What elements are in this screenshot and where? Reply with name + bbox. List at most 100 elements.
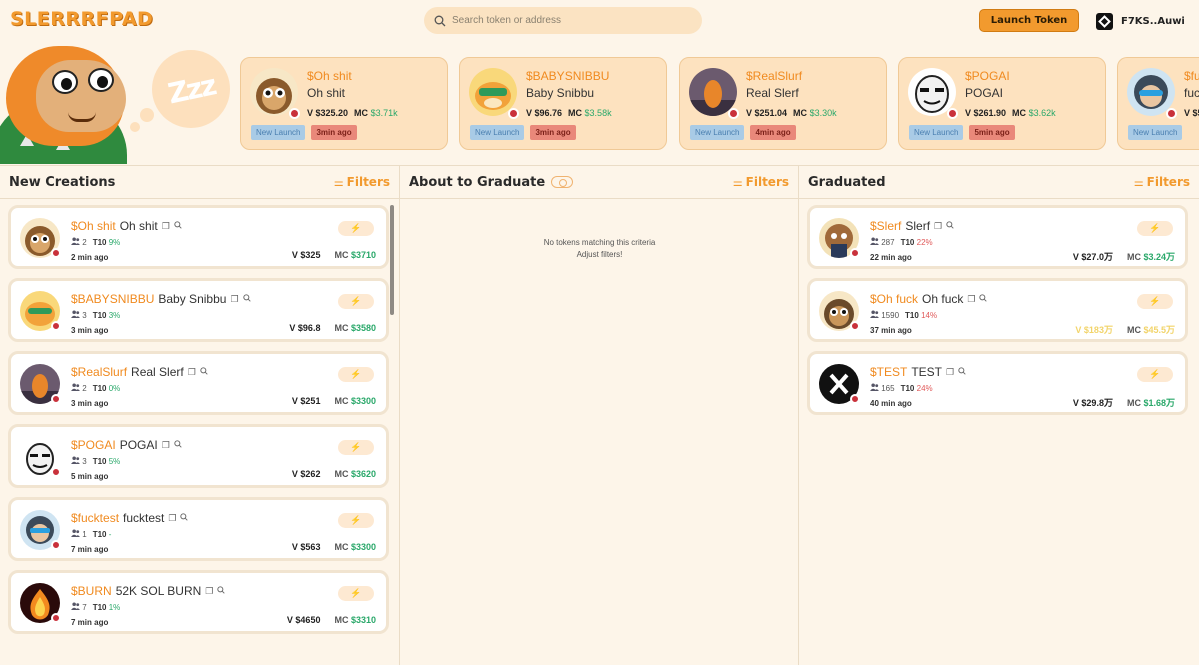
time-tag: 3min ago: [530, 125, 576, 140]
scrollbar[interactable]: [390, 205, 394, 315]
zzz-bubble: Zzz: [152, 50, 230, 128]
info-icon[interactable]: [551, 176, 574, 188]
holders-count: 287: [870, 237, 895, 247]
chain-badge-icon: [51, 467, 61, 477]
created-time: 22 min ago: [870, 253, 912, 262]
token-row[interactable]: $BABYSNIBBU Baby Snibbu ❐ 3 T10 3% 3 min…: [8, 278, 389, 342]
top10-holding: T10 0%: [92, 383, 121, 393]
token-name: Oh fuck: [922, 292, 964, 306]
logo[interactable]: SLERRRFPAD: [10, 8, 153, 30]
copy-icon[interactable]: ❐: [188, 367, 196, 378]
token-row[interactable]: $Oh fuck Oh fuck ❐ 1590 T10 14% 37 min a…: [807, 278, 1188, 342]
token-row[interactable]: $Slerf Slerf ❐ 287 T10 22% 22 min ago ⚡ …: [807, 205, 1188, 269]
copy-icon[interactable]: ❐: [168, 513, 176, 524]
column-title: New Creations: [9, 174, 116, 190]
wallet-address: F7KS..Auwi: [1121, 15, 1185, 27]
search-bar[interactable]: [424, 7, 702, 34]
token-stats: V $261.90 MC $3.62k: [965, 108, 1056, 118]
filter-icon: ⚌: [1133, 175, 1144, 189]
market-cap: MC $3710: [334, 250, 376, 260]
quick-buy-button[interactable]: ⚡: [338, 367, 374, 382]
volume: V $251: [291, 396, 321, 406]
top10-holding: T10 14%: [905, 310, 938, 320]
copy-icon[interactable]: ❐: [934, 221, 942, 232]
quick-buy-button[interactable]: ⚡: [338, 513, 374, 528]
copy-icon[interactable]: ❐: [162, 440, 170, 451]
users-icon: [71, 383, 80, 391]
column-title: Graduated: [808, 174, 886, 190]
token-row[interactable]: $POGAI POGAI ❐ 3 T10 5% 5 min ago ⚡ V $2…: [8, 424, 389, 488]
search-icon[interactable]: [946, 221, 954, 231]
new-launch-tag: New Launch: [909, 125, 964, 140]
token-name: fucktest: [123, 511, 165, 525]
token-ticker: $fucktest: [71, 511, 120, 525]
copy-icon[interactable]: ❐: [230, 294, 238, 305]
column-header: New Creations ⚌ Filters: [0, 165, 399, 199]
created-time: 7 min ago: [71, 545, 109, 554]
token-row[interactable]: $RealSlurf Real Slerf ❐ 2 T10 0% 3 min a…: [8, 351, 389, 415]
users-icon: [71, 529, 80, 537]
created-time: 37 min ago: [870, 326, 912, 335]
volume: V $183万: [1075, 325, 1113, 335]
top10-holding: T10 -: [92, 529, 112, 539]
quick-buy-button[interactable]: ⚡: [338, 221, 374, 236]
token-ticker: $POGAI: [71, 438, 116, 452]
lightning-icon: ⚡: [1149, 369, 1161, 379]
search-icon[interactable]: [200, 367, 208, 377]
search-icon[interactable]: [242, 294, 251, 304]
search-icon[interactable]: [979, 294, 988, 304]
filter-icon: ⚌: [732, 175, 743, 189]
holders-count: 1: [71, 529, 87, 539]
quick-buy-button[interactable]: ⚡: [1137, 221, 1173, 236]
token-ticker: $Oh shit: [307, 69, 352, 83]
quick-buy-button[interactable]: ⚡: [338, 440, 374, 455]
volume: V $96.8: [289, 323, 321, 333]
time-tag: 3min ago: [311, 125, 357, 140]
token-row[interactable]: $TEST TEST ❐ 165 T10 24% 40 min ago ⚡ V …: [807, 351, 1188, 415]
quick-buy-button[interactable]: ⚡: [1137, 367, 1173, 382]
token-row[interactable]: $fucktest fucktest ❐ 1 T10 - 7 min ago ⚡…: [8, 497, 389, 561]
top10-holding: T10 5%: [92, 456, 121, 466]
trending-card[interactable]: $BABYSNIBBU Baby Snibbu V $96.76 MC $3.5…: [459, 57, 667, 150]
search-icon[interactable]: [174, 221, 182, 231]
empty-state: No tokens matching this criteria Adjust …: [543, 238, 656, 259]
wallet-button[interactable]: F7KS..Auwi: [1096, 11, 1185, 31]
token-row[interactable]: $BURN 52K SOL BURN ❐ 7 T10 1% 7 min ago …: [8, 570, 389, 634]
lightning-icon: ⚡: [350, 223, 362, 233]
search-icon[interactable]: [217, 586, 226, 596]
launch-token-button[interactable]: Launch Token: [979, 9, 1079, 32]
filter-icon: ⚌: [333, 175, 344, 189]
copy-icon[interactable]: ❐: [162, 221, 170, 232]
top10-holding: T10 3%: [92, 310, 121, 320]
filters-button[interactable]: ⚌ Filters: [334, 175, 390, 189]
token-name: POGAI: [965, 86, 1004, 100]
search-icon[interactable]: [958, 367, 966, 377]
new-launch-tag: New Launch: [251, 125, 306, 140]
lightning-icon: ⚡: [350, 369, 362, 379]
copy-icon[interactable]: ❐: [967, 294, 975, 305]
trending-card[interactable]: $Oh shit Oh shit V $325.20 MC $3.71k New…: [240, 57, 448, 150]
lightning-icon: ⚡: [350, 515, 362, 525]
market-cap: MC $3.24万: [1126, 252, 1175, 262]
copy-icon[interactable]: ❐: [946, 367, 954, 378]
quick-buy-button[interactable]: ⚡: [338, 586, 374, 601]
search-icon[interactable]: [174, 440, 182, 450]
search-icon[interactable]: [180, 513, 189, 523]
users-icon: [71, 310, 80, 318]
token-name: Real Slerf: [746, 86, 799, 100]
quick-buy-button[interactable]: ⚡: [338, 294, 374, 309]
lightning-icon: ⚡: [350, 588, 362, 598]
quick-buy-button[interactable]: ⚡: [1137, 294, 1173, 309]
filters-button[interactable]: ⚌ Filters: [1134, 175, 1190, 189]
trending-card[interactable]: $POGAI POGAI V $261.90 MC $3.62k New Lau…: [898, 57, 1106, 150]
token-name: Oh shit: [119, 219, 158, 233]
trending-card[interactable]: $RealSlurf Real Slerf V $251.04 MC $3.30…: [679, 57, 887, 150]
token-stats: V $5: [1184, 108, 1199, 118]
filters-button[interactable]: ⚌ Filters: [733, 175, 789, 189]
copy-icon[interactable]: ❐: [205, 586, 213, 597]
token-row[interactable]: $Oh shit Oh shit ❐ 2 T10 9% 2 min ago ⚡ …: [8, 205, 389, 269]
search-input[interactable]: [452, 15, 692, 26]
token-name: Oh shit: [307, 86, 346, 100]
holders-count: 2: [71, 237, 87, 247]
trending-card[interactable]: $fu fuc V $5 New Launch: [1117, 57, 1199, 150]
